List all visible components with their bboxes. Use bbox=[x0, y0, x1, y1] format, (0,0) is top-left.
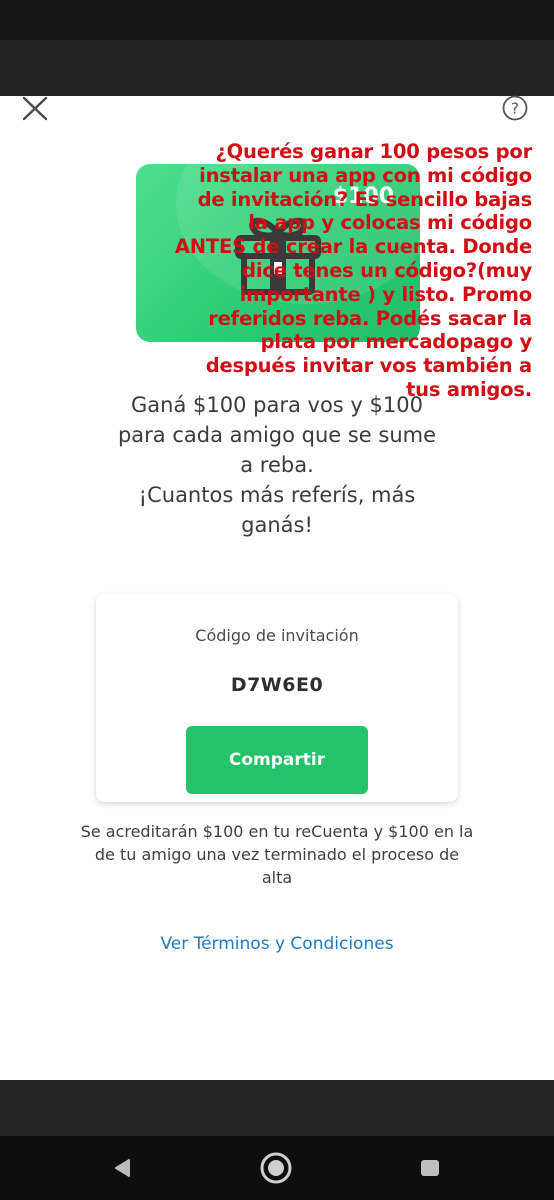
headline: Ganá $100 para vos y $100 para cada amig… bbox=[60, 390, 494, 540]
nav-home-button[interactable] bbox=[256, 1150, 296, 1186]
share-button[interactable]: Compartir bbox=[186, 726, 368, 794]
svg-text:?: ? bbox=[511, 100, 519, 118]
headline-line: para cada amigo que se sume bbox=[117, 423, 437, 447]
help-button[interactable]: ? bbox=[500, 94, 530, 124]
system-nav-bar bbox=[0, 1136, 554, 1200]
home-circle-icon bbox=[260, 1152, 292, 1184]
terms-link[interactable]: Ver Términos y Condiciones bbox=[0, 934, 554, 954]
question-circle-icon: ? bbox=[502, 95, 528, 121]
credit-info-text: Se acreditarán $100 en tu reCuenta y $10… bbox=[80, 822, 474, 887]
headline-line: Ganá $100 para vos y $100 bbox=[131, 393, 423, 417]
nav-back-button[interactable] bbox=[102, 1150, 142, 1186]
close-icon bbox=[22, 96, 48, 121]
status-bar bbox=[0, 0, 554, 40]
recents-square-icon bbox=[421, 1160, 439, 1176]
back-triangle-icon bbox=[115, 1159, 130, 1177]
nav-recents-button[interactable] bbox=[410, 1150, 450, 1186]
top-band bbox=[0, 40, 554, 96]
bottom-band bbox=[0, 1080, 554, 1136]
headline-line: ¡Cuantos más referís, más bbox=[138, 483, 416, 507]
invite-code-card: Código de invitación D7W6E0 Compartir bbox=[96, 594, 458, 802]
overlay-caption: ¿Querés ganar 100 pesos por instalar una… bbox=[174, 140, 532, 401]
invite-code-value[interactable]: D7W6E0 bbox=[96, 674, 458, 696]
headline-line: ganás! bbox=[241, 513, 313, 537]
invite-code-label: Código de invitación bbox=[195, 626, 359, 645]
close-button[interactable] bbox=[18, 94, 52, 124]
headline-line: a reba. bbox=[240, 453, 314, 477]
